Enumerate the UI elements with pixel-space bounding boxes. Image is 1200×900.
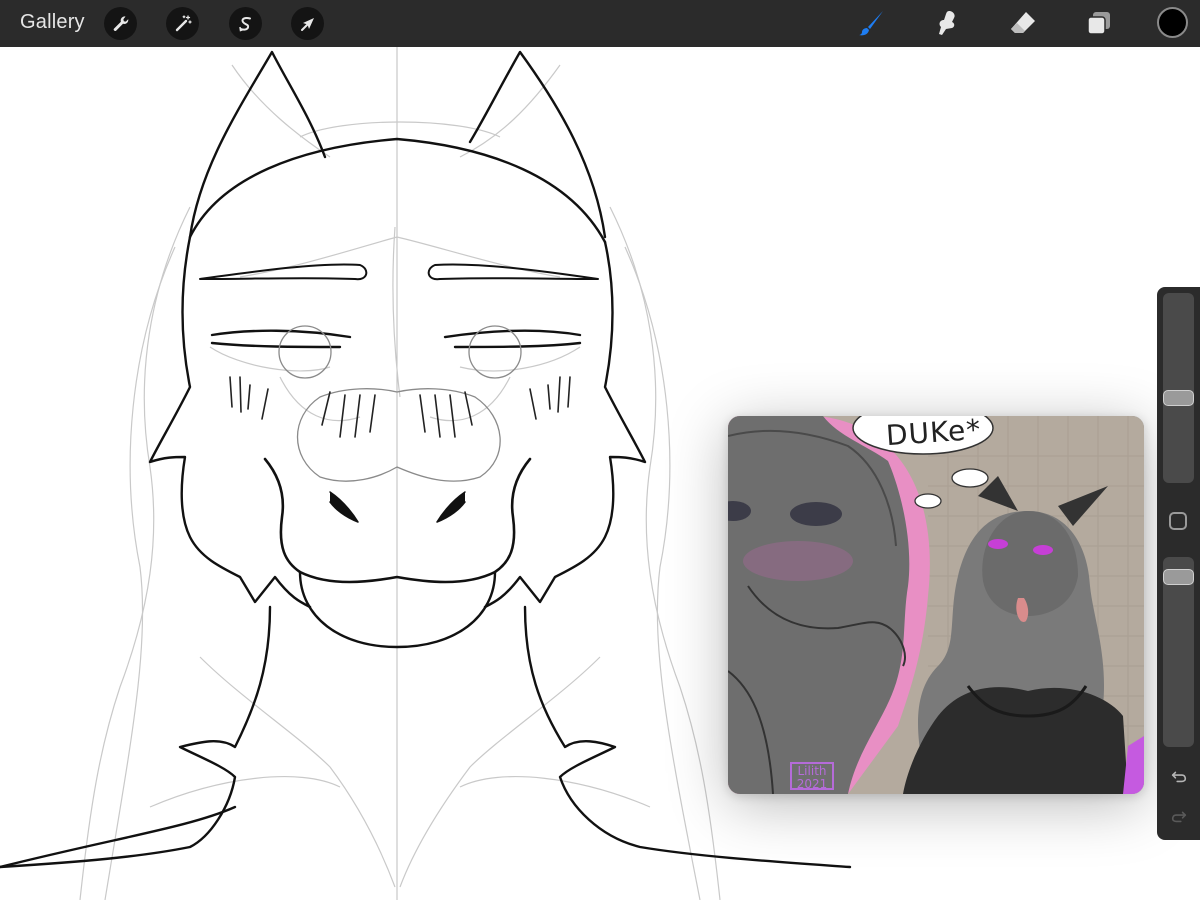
opacity-thumb[interactable] xyxy=(1163,569,1194,585)
artist-signature: Lilith 2021 xyxy=(790,762,834,791)
side-toolbar xyxy=(1157,287,1200,840)
undo-button[interactable] xyxy=(1166,763,1192,789)
layers-icon xyxy=(1087,12,1110,35)
reference-image xyxy=(728,416,1144,794)
redo-icon xyxy=(1171,811,1187,823)
opacity-slider[interactable] xyxy=(1163,557,1194,747)
selection-button[interactable] xyxy=(229,7,262,40)
actions-button[interactable] xyxy=(104,7,137,40)
gallery-button[interactable]: Gallery xyxy=(20,11,85,34)
adjustments-button[interactable] xyxy=(166,7,199,40)
magic-wand-icon xyxy=(175,14,192,31)
transform-button[interactable] xyxy=(291,7,324,40)
undo-icon xyxy=(1171,771,1187,783)
eraser-icon xyxy=(1011,12,1035,33)
arrow-cursor-icon xyxy=(300,17,314,31)
modify-button[interactable] xyxy=(1169,512,1187,530)
eraser-button[interactable] xyxy=(1006,6,1040,40)
layers-button[interactable] xyxy=(1082,6,1116,40)
selection-s-icon xyxy=(238,16,251,31)
smudge-finger-icon xyxy=(939,11,955,35)
brush-icon xyxy=(859,11,883,36)
brush-size-slider[interactable] xyxy=(1163,293,1194,483)
brush-size-thumb[interactable] xyxy=(1163,390,1194,406)
wrench-icon xyxy=(113,15,128,31)
reference-window[interactable]: DUKe* Lilith 2021 xyxy=(728,416,1144,794)
color-picker-button[interactable] xyxy=(1157,7,1188,38)
smudge-button[interactable] xyxy=(930,6,964,40)
redo-button[interactable] xyxy=(1166,803,1192,829)
brush-button[interactable] xyxy=(854,6,888,40)
top-toolbar: Gallery xyxy=(0,0,1200,47)
